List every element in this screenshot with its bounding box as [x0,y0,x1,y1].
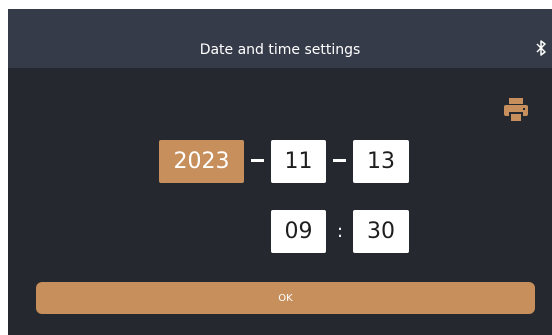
minute-field[interactable]: 30 [353,210,409,253]
device-screen: Date and time settings 2023 11 13 09 : 3… [8,9,552,335]
ok-button[interactable]: OK [36,282,535,314]
title-bar: Date and time settings [8,9,552,68]
date-separator [251,159,264,162]
bluetooth-icon [535,40,547,56]
printer-icon[interactable] [502,97,530,123]
day-field[interactable]: 13 [353,140,409,183]
month-field[interactable]: 11 [271,140,326,183]
year-field[interactable]: 2023 [159,140,244,183]
page-title: Date and time settings [199,42,361,58]
hour-field[interactable]: 09 [271,210,326,253]
date-separator [333,159,346,162]
time-separator: : [336,221,344,242]
